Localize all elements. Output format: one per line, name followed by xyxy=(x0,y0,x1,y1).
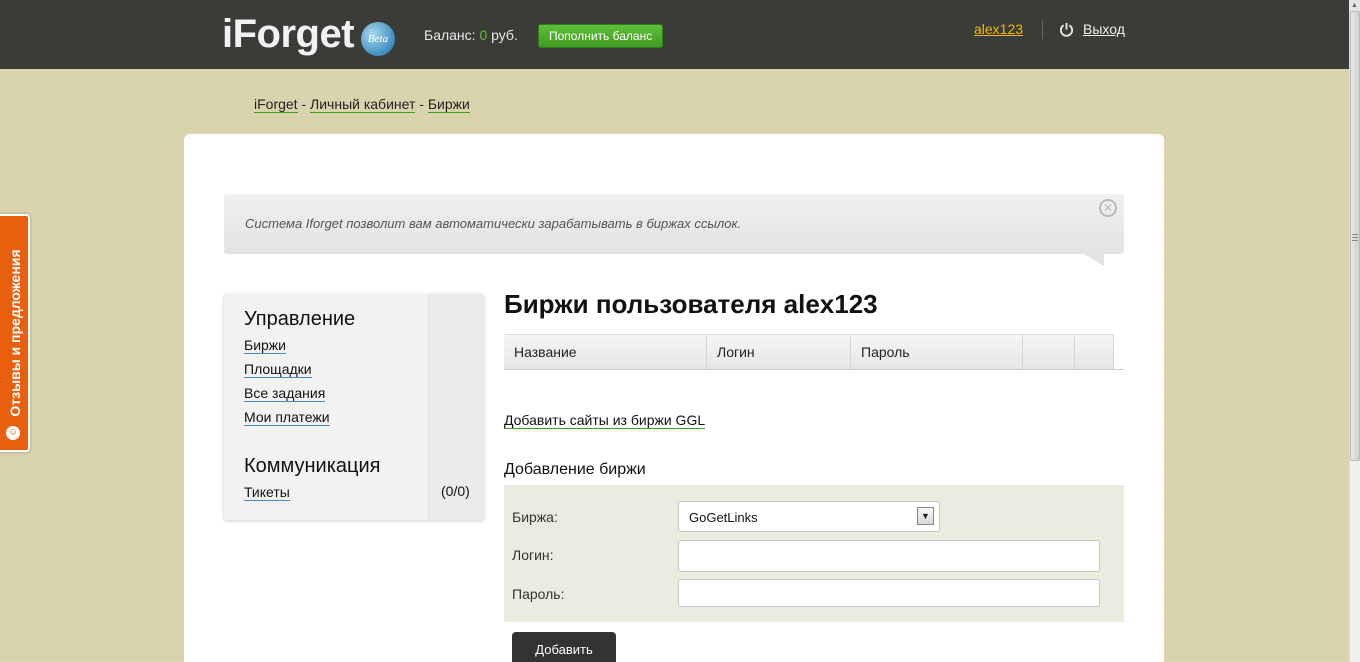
add-ggl-sites-link[interactable]: Добавить сайты из биржи GGL xyxy=(504,412,706,429)
login-label: Логин: xyxy=(512,547,554,563)
sidebar-item-tickets[interactable]: Тикеты xyxy=(244,484,290,501)
sidebar-item-all-tasks[interactable]: Все задания xyxy=(244,385,326,402)
column-header-action-1 xyxy=(1023,334,1075,370)
add-exchange-title: Добавление биржи xyxy=(504,461,646,478)
breadcrumb-separator: - xyxy=(297,96,311,112)
scrollbar-grip-icon xyxy=(1352,234,1358,241)
topup-button[interactable]: Пополнить баланс xyxy=(538,24,664,48)
notice-text: Система Iforget позволит вам автоматичес… xyxy=(245,216,742,231)
add-exchange-button[interactable]: Добавить xyxy=(512,632,616,662)
close-icon[interactable]: ✕ xyxy=(1099,199,1117,217)
top-bar xyxy=(0,0,1349,69)
login-field[interactable] xyxy=(678,540,1100,572)
sidebar-item-payments[interactable]: Мои платежи xyxy=(244,409,330,426)
sidebar-item-exchanges[interactable]: Биржи xyxy=(244,337,286,354)
column-header-password: Пароль xyxy=(851,334,1023,370)
breadcrumb-cabinet[interactable]: Личный кабинет xyxy=(310,96,416,113)
column-header-login: Логин xyxy=(707,334,851,370)
balance-currency: руб. xyxy=(487,27,518,43)
logout-link[interactable]: Выход xyxy=(1083,21,1125,37)
scroll-up-icon[interactable]: ▲ xyxy=(1349,0,1360,11)
logo-text: iForget xyxy=(222,12,355,56)
tickets-count: (0/0) xyxy=(441,483,470,499)
feedback-icon: ☺ xyxy=(6,426,20,440)
header-divider xyxy=(1042,21,1043,39)
password-field[interactable] xyxy=(678,579,1100,607)
exchange-select[interactable]: GoGetLinks xyxy=(678,501,940,532)
username-link[interactable]: alex123 xyxy=(974,21,1023,37)
breadcrumb-exchanges[interactable]: Биржи xyxy=(427,96,470,113)
feedback-tab-label: Отзывы и предложения xyxy=(7,249,23,417)
breadcrumb: iForget - Личный кабинет - Биржи xyxy=(254,96,470,113)
logo[interactable]: iForget xyxy=(222,12,355,57)
breadcrumb-separator: - xyxy=(415,96,428,112)
chevron-down-icon[interactable]: ▼ xyxy=(917,507,934,525)
balance: Баланс: 0 руб. xyxy=(424,27,518,43)
breadcrumb-home[interactable]: iForget xyxy=(254,96,298,113)
column-header-action-2 xyxy=(1075,334,1114,370)
column-header-name: Название xyxy=(504,334,707,370)
notice-tail xyxy=(1084,254,1104,266)
sidebar-heading-communication: Коммуникация xyxy=(244,455,381,477)
password-label: Пароль: xyxy=(512,586,565,602)
beta-badge: Beta xyxy=(361,22,395,56)
table-divider xyxy=(504,369,1124,370)
power-icon[interactable] xyxy=(1059,22,1074,37)
exchange-label: Биржа: xyxy=(512,509,558,525)
sidebar-heading-management: Управление xyxy=(244,308,356,330)
page-title: Биржи пользователя alex123 xyxy=(504,289,878,319)
sidebar-item-platforms[interactable]: Площадки xyxy=(244,361,312,378)
balance-label: Баланс: xyxy=(424,27,480,43)
